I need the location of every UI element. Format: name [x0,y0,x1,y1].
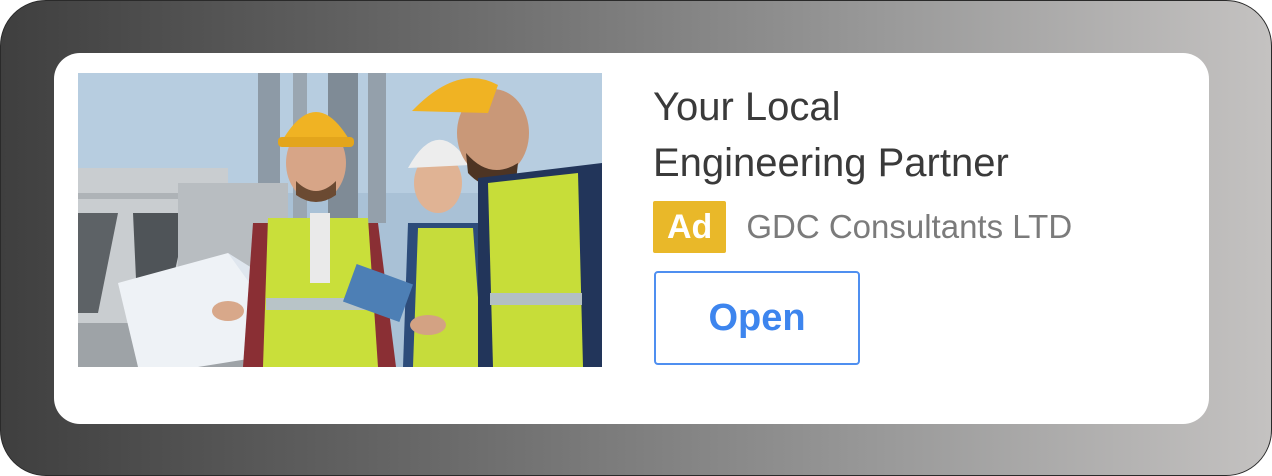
ad-badge: Ad [653,201,727,253]
headline-line-2: Engineering Partner [653,141,1009,185]
ad-card[interactable]: Your Local Engineering Partner Ad GDC Co… [54,53,1209,424]
headline-line-1: Your Local [653,85,841,129]
ad-image[interactable] [78,73,602,367]
open-button[interactable]: Open [654,271,860,365]
ad-frame: Your Local Engineering Partner Ad GDC Co… [0,0,1272,476]
advertiser-name[interactable]: GDC Consultants LTD [746,208,1072,246]
ad-headline[interactable]: Your Local Engineering Partner [653,79,1173,191]
ad-meta: Ad GDC Consultants LTD [653,201,1072,253]
